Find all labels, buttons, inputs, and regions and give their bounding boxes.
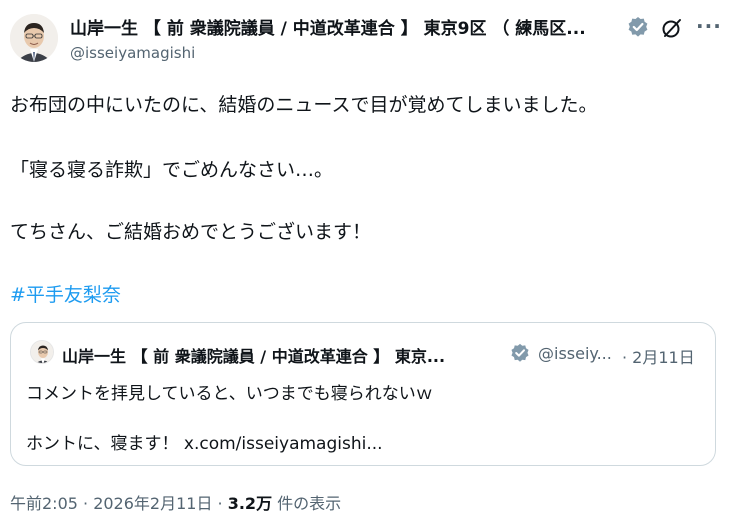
quoted-author-avatar bbox=[30, 340, 54, 364]
more-icon[interactable]: ··· bbox=[696, 14, 722, 38]
quoted-post-date: · 2月11日 bbox=[622, 348, 695, 367]
quoted-author-name: 山岸一生 【 前 衆議院議員 / 中道改革連合 】 東京... bbox=[62, 347, 446, 366]
author-name[interactable]: 山岸一生 【 前 衆議院議員 / 中道改革連合 】 東京9区 （ 練馬区... bbox=[70, 14, 586, 39]
avatar-portrait bbox=[10, 14, 58, 62]
post-meta: 午前2:05 · 2026年2月11日 · 3.2万 件の表示 bbox=[10, 490, 341, 514]
verified-badge-icon bbox=[628, 17, 648, 37]
verified-badge-icon bbox=[511, 343, 529, 362]
post-text-line: お布団の中にいたのに、結婚のニュースで目が覚めてしまいました。 bbox=[10, 94, 598, 116]
quoted-text-line: コメントを拝見していると、いつまでも寝られないｗ bbox=[26, 384, 433, 404]
view-count: 3.2万 bbox=[227, 494, 273, 513]
author-avatar[interactable] bbox=[10, 14, 58, 62]
post-text-line: 「寝る寝る詐欺」でごめんなさい…。 bbox=[10, 159, 334, 181]
grok-icon[interactable] bbox=[661, 17, 683, 39]
view-label: 件の表示 bbox=[272, 494, 342, 513]
hashtag-link[interactable]: #平手友梨奈 bbox=[10, 280, 121, 307]
post-text-line: てちさん、ご結婚おめでとうございます！ bbox=[10, 221, 372, 243]
post-timestamp[interactable]: 午前2:05 · 2026年2月11日 · bbox=[10, 494, 228, 513]
quoted-author-handle: @isseiy... bbox=[538, 344, 612, 363]
quoted-text-line: ホントに、寝ます！ x.com/isseiyamagishi... bbox=[26, 434, 383, 454]
author-handle[interactable]: @isseiyamagishi bbox=[70, 44, 195, 62]
